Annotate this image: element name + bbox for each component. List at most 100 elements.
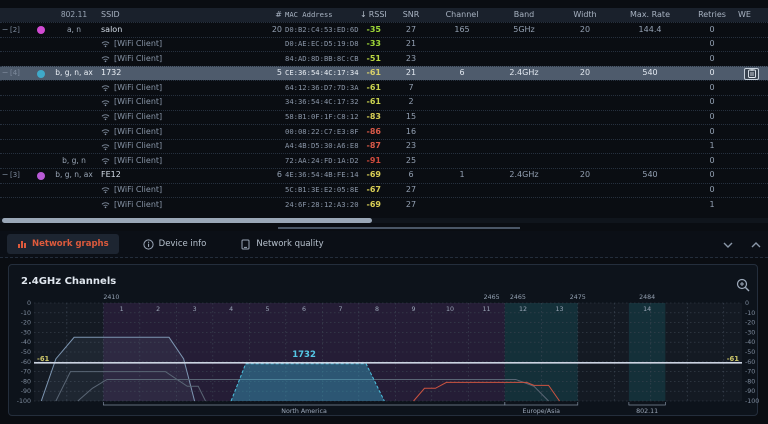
cell-ssid: FE12 (96, 168, 268, 183)
channel-label: 10 (446, 306, 454, 313)
col-channel[interactable]: Channel (432, 8, 492, 22)
y-axis-label-left: -70 (21, 369, 31, 376)
table-row[interactable]: [WiFi Client] 34:36:54:4C:17:32 -61 2 0 (0, 95, 768, 110)
cell-retries: 0 (686, 95, 738, 110)
y-axis-label-left: -40 (21, 339, 31, 346)
tab-device-info[interactable]: Device info (133, 234, 217, 255)
y-axis-label-right: -50 (745, 349, 755, 356)
cell-snr: 21 (390, 66, 432, 81)
cell-width: 20 (556, 66, 614, 81)
cell-num: 6 (268, 168, 282, 183)
cell-ssid: [WiFi Client] (96, 37, 268, 52)
expand-toggle[interactable]: − (0, 168, 10, 183)
cell-ssid: [WiFi Client] (96, 154, 268, 169)
y-axis-label-left: -30 (21, 329, 31, 336)
ssid-label: FE12 (101, 168, 121, 183)
cell-num: 5 (268, 66, 282, 81)
y-axis-label-right: -70 (745, 369, 755, 376)
client-label: [WiFi Client] (114, 81, 162, 96)
tab-network-quality[interactable]: Network quality (230, 234, 333, 255)
cell-ssid: salon (96, 23, 268, 38)
panel-resize-handle[interactable] (278, 227, 520, 229)
table-row[interactable]: − [2] a, n salon 20 D0:B2:C4:53:ED:6D -3… (0, 22, 768, 37)
chevron-down-icon[interactable] (722, 241, 734, 249)
table-row[interactable]: [WiFi Client] 24:6F:28:12:A3:20 -69 27 1 (0, 197, 768, 212)
cell-retries: 0 (686, 81, 738, 96)
table-row[interactable]: [WiFi Client] 84:AD:8D:BB:8C:CB -51 23 0 (0, 51, 768, 66)
wifi-icon (101, 55, 110, 63)
wifi-icon (101, 157, 110, 165)
client-label: [WiFi Client] (114, 154, 162, 169)
cell-rssi: -91 (360, 154, 390, 169)
selected-rssi-label-right: -61 (727, 355, 740, 363)
scrollbar-thumb[interactable] (2, 218, 372, 223)
tab-network-graphs[interactable]: Network graphs (7, 234, 119, 254)
cell-mac: CE:36:54:4C:17:34 (282, 66, 360, 81)
client-count: [4] (10, 66, 30, 81)
table-row[interactable]: [WiFi Client] D0:AE:EC:D5:19:D8 -33 21 0 (0, 37, 768, 52)
cell-ssid: [WiFi Client] (96, 198, 268, 213)
cell-rssi: -61 (360, 66, 390, 81)
col-num[interactable]: # (268, 8, 282, 22)
channel-label: 7 (339, 306, 343, 313)
col-band[interactable]: Band (492, 8, 556, 22)
table-row[interactable]: b, g, n [WiFi Client] 72:AA:24:FD:1A:D2 … (0, 153, 768, 168)
y-axis-label-right: 0 (745, 300, 749, 307)
ssid-label: salon (101, 23, 122, 38)
cell-snr: 16 (390, 125, 432, 140)
horizontal-scrollbar[interactable] (0, 218, 768, 223)
cell-rssi: -69 (360, 198, 390, 213)
cell-ssid: [WiFi Client] (96, 52, 268, 67)
channel-label: 2 (156, 306, 160, 313)
expand-toggle[interactable]: − (0, 66, 10, 81)
table-row[interactable]: [WiFi Client] A4:4B:D5:30:A6:E8 -87 23 1 (0, 139, 768, 154)
y-axis-label-left: -80 (21, 378, 31, 385)
col-width[interactable]: Width (556, 8, 614, 22)
frequency-label: 2410 (103, 294, 119, 301)
cell-snr: 6 (390, 168, 432, 183)
table-row[interactable]: [WiFi Client] 64:12:36:D7:7D:3A -61 7 0 (0, 80, 768, 95)
cell-mac: D0:B2:C4:53:ED:6D (282, 23, 360, 38)
table-row[interactable]: − [4] b, g, n, ax 1732 5 CE:36:54:4C:17:… (0, 66, 768, 81)
cell-snr: 7 (390, 81, 432, 96)
chevron-up-icon[interactable] (750, 241, 762, 249)
cell-rate: 540 (614, 168, 686, 183)
clipboard-icon (748, 69, 756, 78)
cell-band: 2.4GHz (492, 66, 556, 81)
col-ssid[interactable]: SSID (96, 8, 268, 22)
zoom-in-icon[interactable] (735, 277, 751, 293)
col-we[interactable]: WE (738, 8, 768, 22)
col-rssi[interactable]: ↓RSSI (360, 8, 390, 22)
channel-label: 1 (120, 306, 124, 313)
cell-snr: 2 (390, 95, 432, 110)
col-retries[interactable]: Retries (686, 8, 738, 22)
wifi-icon (101, 128, 110, 136)
y-axis-label-left: -100 (17, 398, 31, 405)
col-snr[interactable]: SNR (390, 8, 432, 22)
col-80211[interactable]: 802.11 (52, 8, 96, 22)
wifi-icon (101, 113, 110, 121)
cell-ssid: [WiFi Client] (96, 183, 268, 198)
table-row[interactable]: [WiFi Client] 5C:B1:3E:E2:05:8E -67 27 0 (0, 183, 768, 198)
wifi-icon (101, 186, 110, 194)
col-rate[interactable]: Max. Rate (614, 8, 686, 22)
table-row[interactable]: [WiFi Client] 00:08:22:C7:E3:8F -86 16 0 (0, 124, 768, 139)
cell-ssid: [WiFi Client] (96, 139, 268, 154)
cell-band: 2.4GHz (492, 168, 556, 183)
clipboard-button[interactable] (744, 68, 759, 80)
client-label: [WiFi Client] (114, 52, 162, 67)
cell-snr: 25 (390, 154, 432, 169)
table-row[interactable]: − [3] b, g, n, ax FE12 6 4E:36:54:4B:FE:… (0, 168, 768, 183)
cell-snr: 27 (390, 198, 432, 213)
network-table: 802.11 SSID # MAC Address ↓RSSI SNR Chan… (0, 8, 768, 212)
cell-mac: 4E:36:54:4B:FE:14 (282, 168, 360, 183)
y-axis-label-left: 0 (27, 300, 31, 307)
cell-snr: 21 (390, 37, 432, 52)
table-row[interactable]: [WiFi Client] 58:B1:0F:1F:C8:12 -83 15 0 (0, 110, 768, 125)
cell-rssi: -51 (360, 52, 390, 67)
channel-label: 5 (266, 306, 270, 313)
expand-toggle[interactable]: − (0, 23, 10, 38)
cell-rssi: -87 (360, 139, 390, 154)
region-bracket-label: Europe/Asia (523, 408, 561, 415)
col-mac[interactable]: MAC Address (282, 8, 360, 22)
